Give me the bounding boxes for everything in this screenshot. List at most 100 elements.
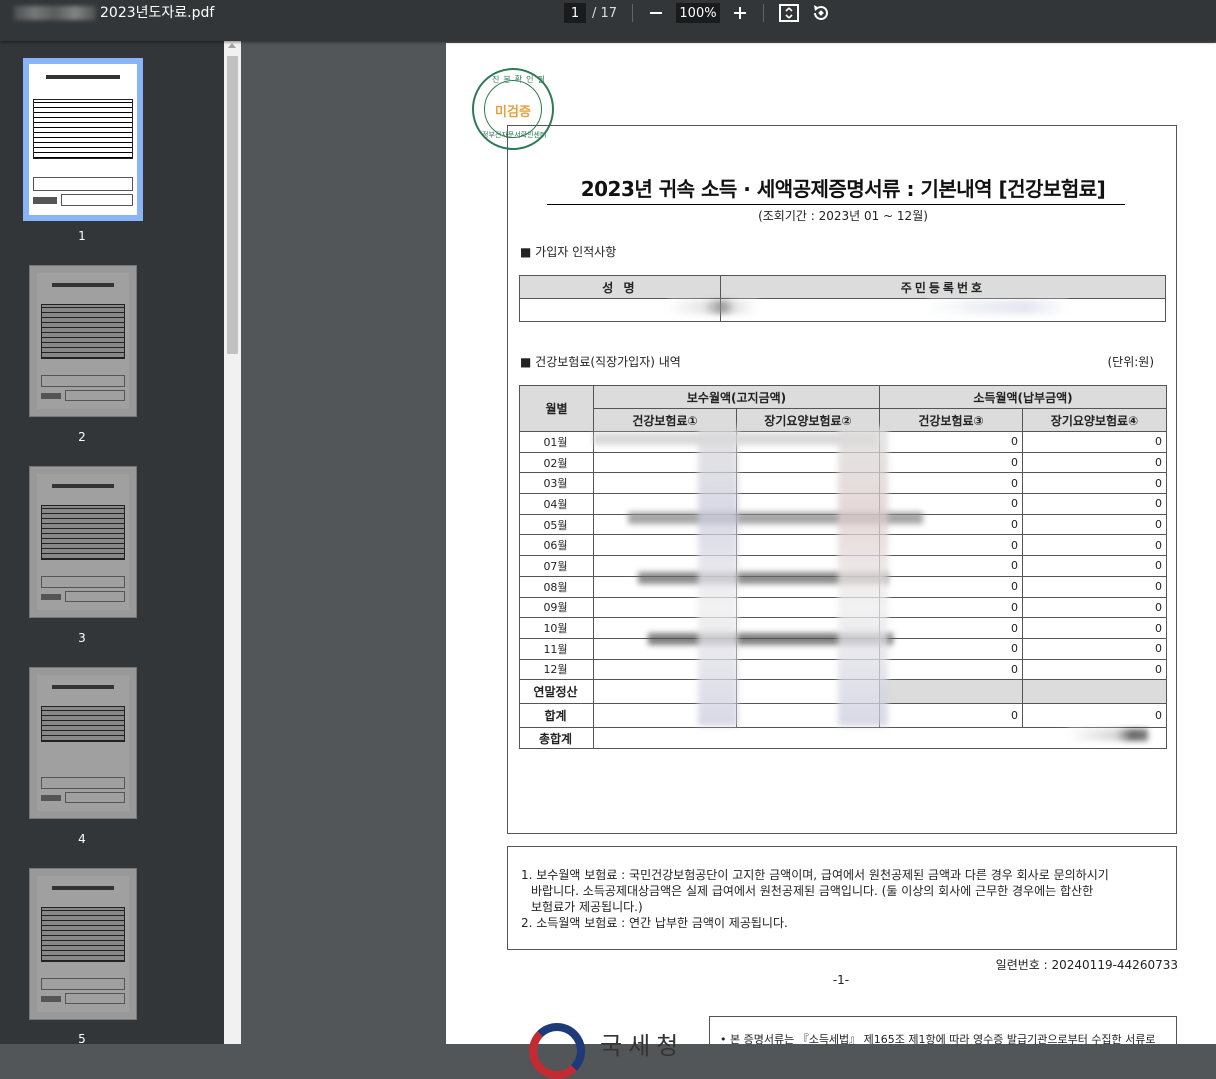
certificate-title: 2023년 귀속 소득 · 세액공제증명서류 : 기본내역 [건강보험료] xyxy=(580,177,1106,201)
table-cell: 0 xyxy=(879,534,1024,557)
group-header-billed: 보수월액(고지금액) xyxy=(592,385,881,409)
thumbnail-sidebar: 1 2 3 4 5 xyxy=(0,41,224,1044)
month-cell: 04월 xyxy=(519,493,594,515)
note-line: 보험료가 제공됩니다.) xyxy=(531,900,643,914)
thumbnail-page-4[interactable] xyxy=(29,667,137,819)
plus-icon xyxy=(734,7,746,19)
section-subscriber-info: 가입자 인적사항 xyxy=(520,243,616,260)
table-cell: 0 xyxy=(879,555,1024,577)
note-line: 2. 소득월액 보험료 : 연간 납부한 금액이 제공됩니다. xyxy=(521,916,788,930)
col-header-ltc-4: 장기요양보험료④ xyxy=(1022,408,1168,432)
redacted-total xyxy=(1068,729,1148,741)
table-cell xyxy=(879,679,1024,705)
note-line: 바랍니다. 소득공제대상금액은 실제 급여에서 원천공제된 금액입니다. (둘 … xyxy=(531,884,1094,898)
table-cell: 0 xyxy=(1022,493,1168,515)
minus-icon xyxy=(650,12,662,14)
table-cell: 0 xyxy=(1022,451,1168,474)
toolbar: 2023년도자료.pdf / 17 xyxy=(0,0,1216,41)
toolbar-divider xyxy=(763,4,764,22)
notes-box: 1. 보수월액 보험료 : 국민건강보험공단이 고지한 금액이며, 급여에서 원… xyxy=(507,846,1177,950)
stamp-ring-text: 진본확인필 xyxy=(492,75,549,84)
thumbnail-label: 3 xyxy=(78,631,86,645)
thumbnail-label: 2 xyxy=(78,430,86,444)
serial-number: 일련번호 : 20240119-44260733 xyxy=(995,958,1178,972)
month-cell: 11월 xyxy=(519,637,594,660)
stamp-status: 미검증 xyxy=(495,105,531,120)
table-cell: 0 xyxy=(1022,431,1168,453)
table-cell: 0 xyxy=(879,431,1024,453)
table-cell: 0 xyxy=(879,658,1024,681)
note-line: 1. 보수월액 보험료 : 국민건강보험공단이 고지한 금액이며, 급여에서 원… xyxy=(521,868,1109,882)
file-name: 2023년도자료.pdf xyxy=(100,5,215,21)
table-cell: 0 xyxy=(1022,534,1168,557)
zoom-level-input[interactable] xyxy=(676,3,720,23)
fit-page-button[interactable] xyxy=(776,1,802,25)
rotate-icon xyxy=(814,5,828,20)
section-health-insurance: 건강보험료(직장가입자) 내역 xyxy=(520,353,681,370)
page-number-input[interactable] xyxy=(564,3,586,23)
redacted-name xyxy=(668,300,758,314)
redacted-values xyxy=(838,426,888,726)
thumbnail-page-3[interactable] xyxy=(29,466,137,618)
zoom-in-button[interactable] xyxy=(727,1,753,25)
table-cell: 0 xyxy=(1022,637,1168,660)
table-cell: 0 xyxy=(1022,555,1168,577)
subscriber-table: 성 명 주민등록번호 xyxy=(519,275,1167,322)
thumbnail-label: 4 xyxy=(78,832,86,846)
page-selector: / 17 xyxy=(564,3,617,23)
table-cell: 0 xyxy=(879,617,1024,639)
thumbnail-label: 5 xyxy=(78,1032,86,1044)
sidebar-scrollbar[interactable] xyxy=(224,41,241,1044)
thumbnail-page-1[interactable] xyxy=(23,58,143,221)
table-cell: 0 xyxy=(879,451,1024,474)
subtotal-label: 합계 xyxy=(519,703,594,729)
month-cell: 09월 xyxy=(519,596,594,619)
month-cell: 01월 xyxy=(519,431,594,453)
page-number-label: -1- xyxy=(832,973,850,987)
subtotal-c3: 0 xyxy=(879,703,1024,729)
redacted-path xyxy=(14,6,96,20)
scrollbar-thumb[interactable] xyxy=(227,56,238,354)
month-cell: 05월 xyxy=(519,513,594,536)
zoom-out-button[interactable] xyxy=(643,1,669,25)
redacted-rrn xyxy=(928,300,1068,314)
rotate-button[interactable] xyxy=(808,1,834,25)
pdf-page: 진본확인필 미검증 정부전자문서확인센터 2023년 귀속 소득 · 세액공제증… xyxy=(446,43,1216,1079)
total-label: 총합계 xyxy=(519,727,594,749)
document-title: 2023년도자료.pdf xyxy=(14,0,214,26)
thumbnail-page-5[interactable] xyxy=(29,868,137,1020)
footer-notice: • 본 증명서류는 『소득세법』 제165조 제1항에 따라 영수증 발급기관으… xyxy=(709,1016,1177,1056)
month-cell: 10월 xyxy=(519,617,594,639)
redacted-values xyxy=(698,426,738,726)
table-cell: 0 xyxy=(1022,617,1168,639)
month-cell: 06월 xyxy=(519,534,594,557)
rrn-header: 주민등록번호 xyxy=(719,275,1167,299)
group-header-paid: 소득월액(납부금액) xyxy=(879,385,1168,409)
table-cell: 0 xyxy=(879,637,1024,660)
table-cell: 0 xyxy=(1022,596,1168,619)
table-cell: 0 xyxy=(1022,575,1168,598)
inquiry-period: (조회기간 : 2023년 01 ~ 12월) xyxy=(758,209,928,223)
thumbnail-preview xyxy=(37,876,129,1012)
month-cell: 02월 xyxy=(519,451,594,474)
col-header-health-3: 건강보험료③ xyxy=(879,408,1024,432)
month-cell: 12월 xyxy=(519,658,594,681)
month-header: 월별 xyxy=(519,385,594,432)
toolbar-divider xyxy=(632,4,633,22)
nts-logo xyxy=(529,1023,585,1079)
title-underline xyxy=(547,204,1125,205)
table-cell: 0 xyxy=(1022,472,1168,495)
month-cell: 07월 xyxy=(519,555,594,577)
table-cell: 0 xyxy=(879,596,1024,619)
month-cell: 03월 xyxy=(519,472,594,495)
subtotal-c4: 0 xyxy=(1022,703,1168,729)
thumbnail-page-2[interactable] xyxy=(29,265,137,417)
thumbnail-preview xyxy=(29,64,137,215)
thumbnail-preview xyxy=(37,675,129,811)
page-total: / 17 xyxy=(592,5,618,21)
table-cell: 0 xyxy=(1022,658,1168,681)
year-end-label: 연말정산 xyxy=(519,679,594,705)
scroll-up-arrow-icon[interactable] xyxy=(228,43,236,48)
table-cell: 0 xyxy=(879,472,1024,495)
name-header: 성 명 xyxy=(519,275,721,299)
